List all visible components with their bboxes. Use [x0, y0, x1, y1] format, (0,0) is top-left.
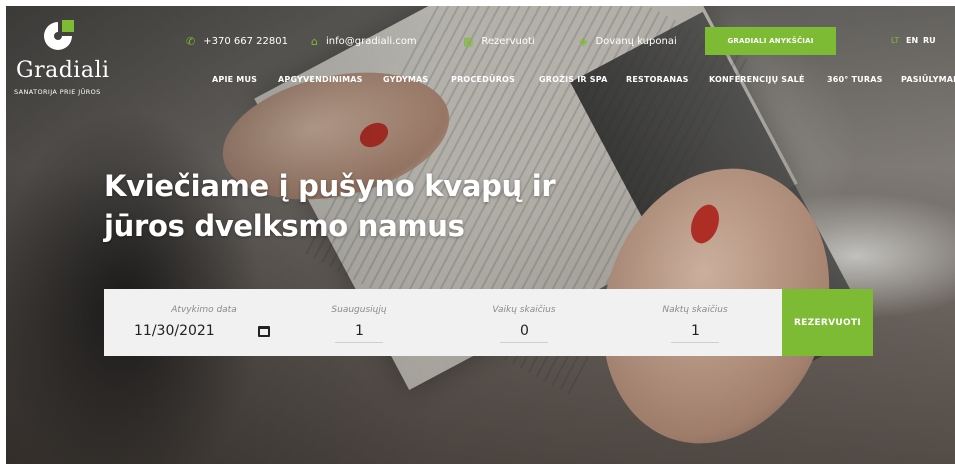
vouchers-text: Dovanų kuponai	[595, 36, 677, 47]
calendar-picker-icon[interactable]	[258, 326, 270, 337]
email-text: info@gradiali.com	[325, 36, 417, 47]
nav-pasiulymai[interactable]: PASIŪLYMAI	[901, 75, 955, 84]
vouchers-link[interactable]: ◈ Dovanų kuponai	[579, 35, 677, 48]
gift-icon: ◈	[579, 35, 588, 48]
phone-text: +370 667 22801	[203, 36, 288, 47]
nav-gydymas[interactable]: GYDYMAS	[383, 75, 428, 84]
reserve-link[interactable]: ▦ Rezervuoti	[463, 35, 535, 48]
nav-grozis-ir-spa[interactable]: GROŽIS IR SPA	[539, 75, 607, 84]
nights-underline	[671, 342, 719, 343]
nav-konferenciju-sale[interactable]: KONFERENCIJŲ SALĖ	[709, 75, 805, 84]
adults-label: Suaugusiųjų	[331, 305, 387, 315]
language-ru[interactable]: RU	[923, 36, 936, 45]
nav-restoranas[interactable]: RESTORANAS	[626, 75, 689, 84]
main-nav: APIE MUS APGYVENDINIMAS GYDYMAS PROCEDŪR…	[0, 75, 955, 87]
phone-link[interactable]: ✆ +370 667 22801	[186, 35, 288, 48]
gradiali-anyksciai-button[interactable]: GRADIALI ANYKŠČIAI	[705, 27, 836, 55]
nav-apie-mus[interactable]: APIE MUS	[212, 75, 257, 84]
logo-mark-icon	[44, 20, 74, 50]
home-icon: ⌂	[311, 35, 318, 48]
children-underline	[500, 342, 548, 343]
language-en[interactable]: EN	[906, 36, 918, 45]
arrival-date-field[interactable]: Atvykimo data 11/30/2021	[124, 289, 284, 356]
reserve-submit-button[interactable]: REZERVUOTI	[782, 289, 873, 356]
nav-apgyvendinimas[interactable]: APGYVENDINIMAS	[278, 75, 363, 84]
children-label: Vaikų skaičius	[492, 305, 556, 315]
booking-form: Atvykimo data 11/30/2021 Suaugusiųjų 1 V…	[104, 289, 873, 356]
nav-proceduros[interactable]: PROCEDŪROS	[451, 75, 515, 84]
arrival-date-value[interactable]: 11/30/2021	[134, 323, 215, 339]
logo-tagline: SANATORIJA PRIE JŪROS	[14, 88, 101, 96]
language-lt[interactable]: LT	[891, 36, 899, 45]
adults-field[interactable]: Suaugusiųjų 1	[309, 289, 409, 356]
nights-label: Naktų skaičius	[662, 305, 728, 315]
hero-heading-line-2: jūros dvelksmo namus	[104, 209, 465, 243]
hero-heading-line-1: Kviečiame į pušyno kvapų ir	[104, 169, 556, 203]
nav-360-turas[interactable]: 360° TURAS	[827, 75, 883, 84]
children-value[interactable]: 0	[520, 323, 529, 339]
children-field[interactable]: Vaikų skaičius 0	[474, 289, 574, 356]
reserve-text: Rezervuoti	[481, 36, 535, 47]
calendar-icon: ▦	[463, 35, 474, 48]
email-link[interactable]: ⌂ info@gradiali.com	[311, 35, 417, 48]
hero-heading: Kviečiame į pušyno kvapų ir jūros dvelks…	[104, 166, 556, 246]
nights-value[interactable]: 1	[691, 323, 700, 339]
phone-icon: ✆	[186, 35, 196, 48]
arrival-date-label: Atvykimo data	[171, 305, 237, 315]
nights-field[interactable]: Naktų skaičius 1	[645, 289, 745, 356]
adults-value[interactable]: 1	[355, 323, 364, 339]
adults-underline	[335, 342, 383, 343]
